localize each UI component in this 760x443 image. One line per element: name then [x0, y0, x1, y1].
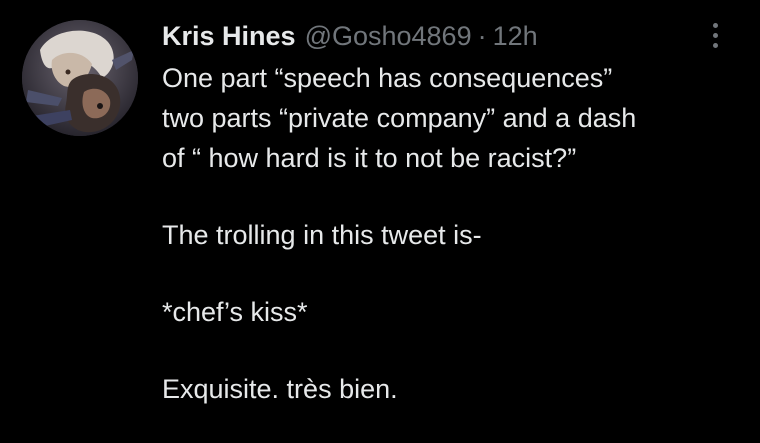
- avatar-artwork-icon: [22, 20, 138, 136]
- tweet-text-line: One part “speech has consequences”: [162, 63, 613, 93]
- author-handle[interactable]: @Gosho4869: [305, 17, 472, 55]
- tweet-text: One part “speech has consequences” two p…: [162, 58, 752, 409]
- tweet-text-line: The trolling in this tweet is-: [162, 220, 482, 250]
- more-dot: [712, 42, 718, 48]
- tweet-text-line: two parts “private company” and a dash: [162, 103, 637, 133]
- author-name[interactable]: Kris Hines: [162, 17, 296, 55]
- tweet-timestamp[interactable]: 12h: [493, 17, 538, 55]
- header-separator: ·: [477, 21, 487, 51]
- more-dot: [712, 22, 718, 28]
- avatar[interactable]: [22, 20, 138, 136]
- tweet: Kris Hines @Gosho4869 · 12h One part “sp…: [0, 0, 760, 443]
- tweet-text-line: of “ how hard is it to not be racist?”: [162, 143, 577, 173]
- tweet-header: Kris Hines @Gosho4869 · 12h: [162, 17, 538, 55]
- tweet-text-line: Exquisite. très bien.: [162, 374, 398, 404]
- tweet-text-line: *chef’s kiss*: [162, 297, 308, 327]
- more-dot: [712, 32, 718, 38]
- more-options-icon[interactable]: [700, 18, 730, 52]
